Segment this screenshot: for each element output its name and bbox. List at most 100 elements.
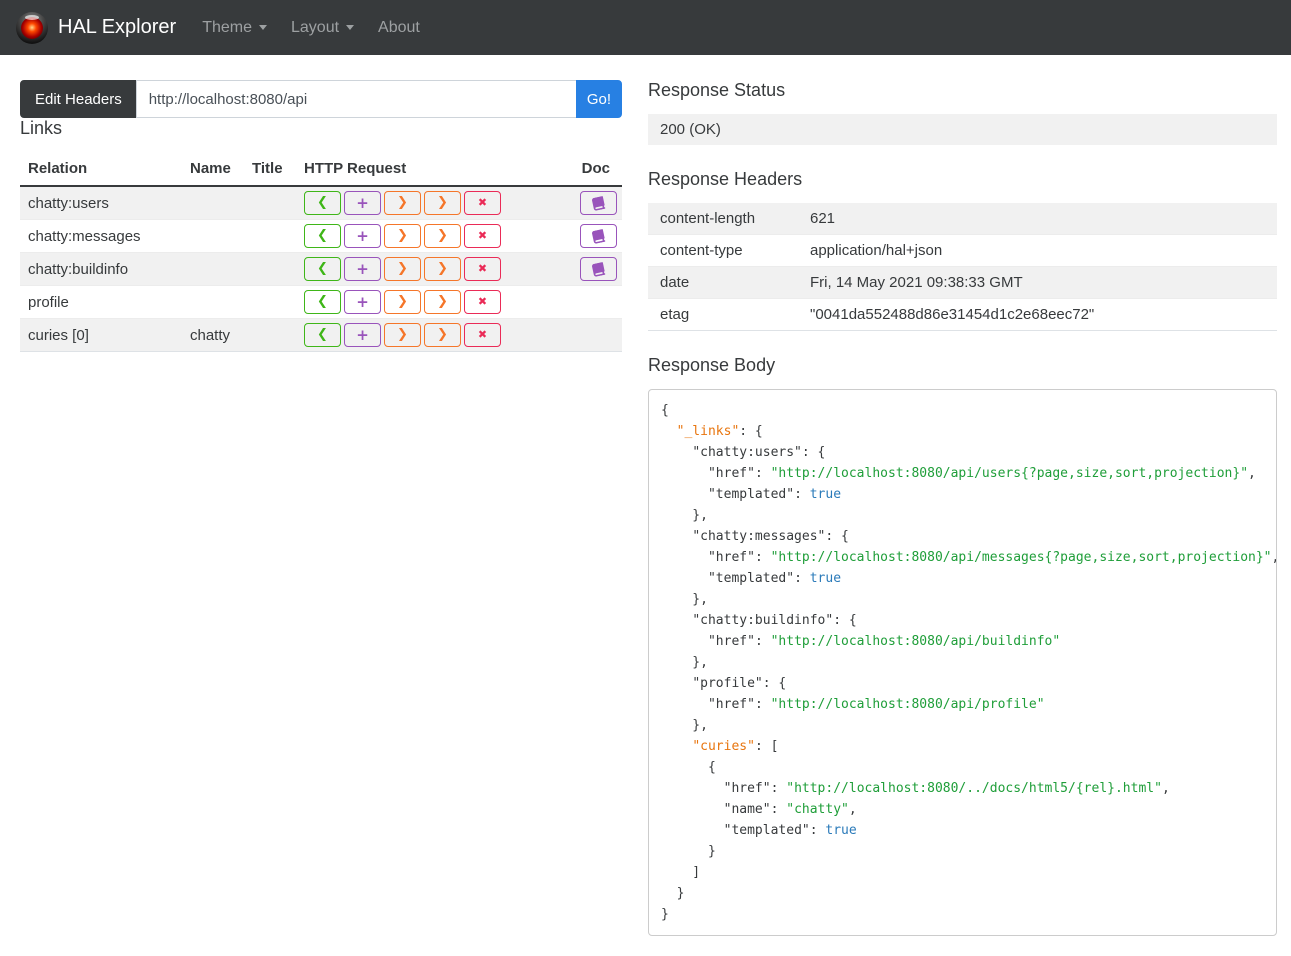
put-button[interactable]: ❯	[384, 290, 421, 314]
table-row: chatty:messages ❮ + ❯ ❯ ✖	[20, 219, 622, 253]
column-http-request: HTTP Request	[296, 152, 566, 187]
link-name	[182, 186, 244, 220]
doc-button[interactable]	[580, 257, 617, 281]
caret-down-icon	[259, 25, 267, 30]
post-button[interactable]: +	[344, 290, 381, 314]
put-button[interactable]: ❯	[384, 224, 421, 248]
response-header-row: date Fri, 14 May 2021 09:38:33 GMT	[648, 266, 1277, 298]
times-icon: ✖	[477, 262, 488, 275]
times-icon: ✖	[477, 196, 488, 209]
get-button[interactable]: ❮	[304, 224, 341, 248]
delete-button[interactable]: ✖	[464, 290, 501, 314]
patch-button[interactable]: ❯	[424, 290, 461, 314]
chevron-left-icon: ❮	[317, 261, 328, 276]
get-button[interactable]: ❮	[304, 290, 341, 314]
response-body-json: { "_links": { "chatty:users": { "href": …	[648, 389, 1277, 936]
main-content: Edit Headers Go! Links Relation Name Tit…	[0, 55, 1291, 956]
table-row: chatty:buildinfo ❮ + ❯ ❯ ✖	[20, 252, 622, 286]
link-relation: curies [0]	[20, 318, 182, 352]
nav-layout-label: Layout	[291, 18, 340, 36]
plus-icon: +	[356, 227, 369, 245]
doc-cell	[566, 318, 622, 352]
links-title: Links	[20, 118, 63, 138]
table-row: curies [0] chatty ❮ + ❯ ❯ ✖	[20, 318, 622, 352]
nav-theme-dropdown[interactable]: Theme	[190, 19, 279, 37]
header-value: application/hal+json	[810, 242, 943, 259]
request-buttons-cell: ❮ + ❯ ❯ ✖	[296, 252, 566, 286]
patch-button[interactable]: ❯	[424, 257, 461, 281]
navbar-menu: Theme Layout About	[190, 19, 432, 37]
times-icon: ✖	[477, 328, 488, 341]
edit-headers-button[interactable]: Edit Headers	[20, 80, 137, 118]
nav-about-label: About	[378, 18, 420, 36]
header-value: "0041da552488d86e31454d1c2e68eec72"	[810, 306, 1095, 323]
chevron-right-icon: ❯	[397, 195, 408, 210]
book-icon	[592, 262, 606, 278]
navbar: HAL Explorer Theme Layout About	[0, 0, 1291, 55]
link-title	[244, 186, 296, 220]
request-bar: Edit Headers Go!	[20, 80, 622, 118]
chevron-right-icon: ❯	[397, 228, 408, 243]
nav-about-link[interactable]: About	[366, 19, 432, 37]
link-name: chatty	[182, 318, 244, 352]
link-relation: profile	[20, 285, 182, 319]
chevron-right-icon: ❯	[397, 261, 408, 276]
link-name	[182, 219, 244, 253]
patch-button[interactable]: ❯	[424, 323, 461, 347]
link-title	[244, 219, 296, 253]
header-name: content-type	[660, 242, 743, 259]
link-relation: chatty:users	[28, 194, 109, 212]
chevron-left-icon: ❮	[317, 228, 328, 243]
get-button[interactable]: ❮	[304, 323, 341, 347]
link-name	[182, 285, 244, 319]
chevron-right-icon: ❯	[437, 228, 448, 243]
delete-button[interactable]: ✖	[464, 257, 501, 281]
header-value: Fri, 14 May 2021 09:38:33 GMT	[810, 274, 1023, 291]
url-input[interactable]	[135, 80, 577, 118]
doc-button[interactable]	[580, 224, 617, 248]
post-button[interactable]: +	[344, 323, 381, 347]
table-row: chatty:users ❮ + ❯ ❯ ✖	[20, 186, 622, 220]
times-icon: ✖	[477, 229, 488, 242]
delete-button[interactable]: ✖	[464, 323, 501, 347]
patch-button[interactable]: ❯	[424, 191, 461, 215]
response-headers-table: content-length 621 content-type applicat…	[648, 203, 1277, 331]
chevron-right-icon: ❯	[437, 195, 448, 210]
header-value: 621	[810, 210, 836, 227]
chevron-right-icon: ❯	[397, 327, 408, 342]
column-relation: Relation	[20, 152, 182, 187]
nav-layout-dropdown[interactable]: Layout	[279, 19, 366, 37]
link-title	[244, 252, 296, 286]
doc-cell	[566, 285, 622, 319]
links-table-header: Relation Name Title HTTP Request Doc	[20, 152, 622, 187]
plus-icon: +	[356, 260, 369, 278]
left-column: Edit Headers Go! Links Relation Name Tit…	[20, 80, 622, 352]
doc-cell	[566, 252, 622, 286]
put-button[interactable]: ❯	[384, 191, 421, 215]
header-name: content-length	[660, 210, 756, 227]
link-relation: chatty:messages	[20, 219, 182, 253]
chevron-right-icon: ❯	[437, 327, 448, 342]
response-status-value: 200 (OK)	[648, 114, 1277, 145]
go-button[interactable]: Go!	[575, 80, 622, 118]
column-title: Title	[244, 152, 296, 187]
get-button[interactable]: ❮	[304, 257, 341, 281]
links-table: Relation Name Title HTTP Request Doc cha…	[20, 152, 622, 352]
delete-button[interactable]: ✖	[464, 224, 501, 248]
put-button[interactable]: ❯	[384, 257, 421, 281]
patch-button[interactable]: ❯	[424, 224, 461, 248]
delete-button[interactable]: ✖	[464, 191, 501, 215]
put-button[interactable]: ❯	[384, 323, 421, 347]
chevron-left-icon: ❮	[317, 294, 328, 309]
post-button[interactable]: +	[344, 257, 381, 281]
post-button[interactable]: +	[344, 191, 381, 215]
doc-button[interactable]	[580, 191, 617, 215]
chevron-left-icon: ❮	[317, 327, 328, 342]
post-button[interactable]: +	[344, 224, 381, 248]
request-buttons-cell: ❮ + ❯ ❯ ✖	[296, 318, 566, 352]
response-header-row: content-type application/hal+json	[648, 234, 1277, 266]
plus-icon: +	[356, 293, 369, 311]
brand-link[interactable]: HAL Explorer	[58, 16, 176, 39]
request-buttons-cell: ❮ + ❯ ❯ ✖	[296, 285, 566, 319]
get-button[interactable]: ❮	[304, 191, 341, 215]
